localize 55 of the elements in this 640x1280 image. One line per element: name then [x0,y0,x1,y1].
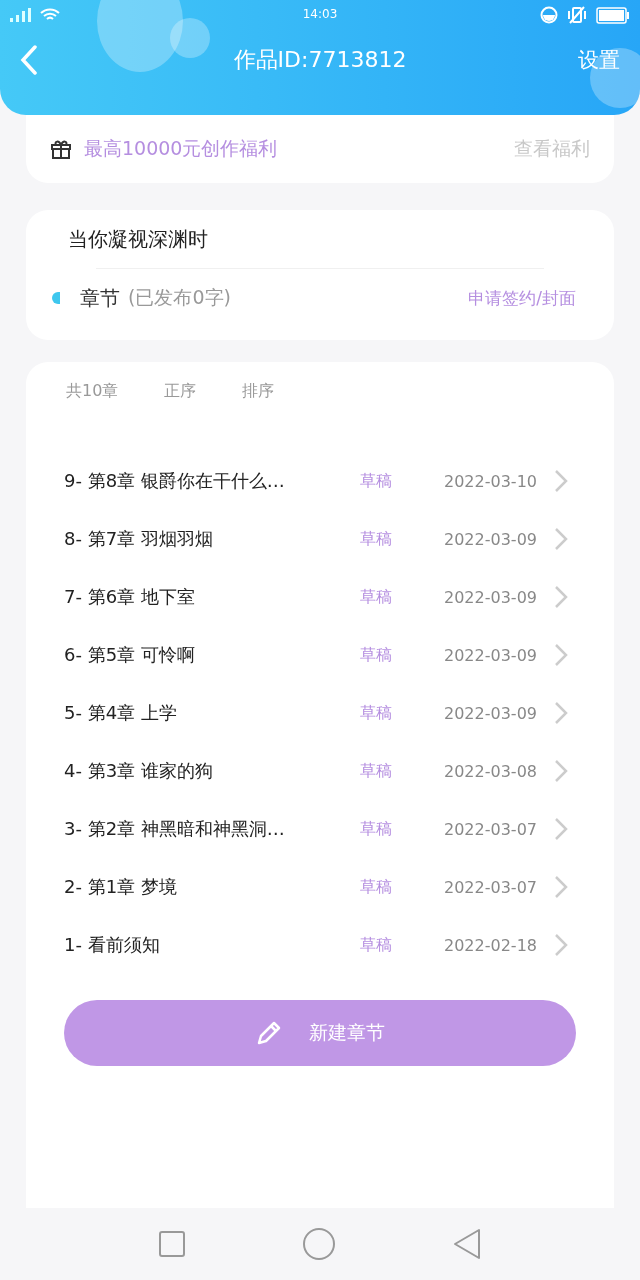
pencil-icon [255,1019,283,1047]
chapter-title[interactable]: 6- 第5章 可怜啊 [64,643,360,667]
data-saver-icon [540,6,558,24]
chapter-status: 草稿 [360,760,393,782]
chapter-status: 草稿 [360,528,393,550]
chapter-date: 2022-03-09 [444,703,538,723]
chapter-title[interactable]: 2- 第1章 梦境 [64,875,360,899]
chapter-status: 草稿 [360,876,393,898]
chapter-title[interactable]: 7- 第6章 地下室 [64,585,360,609]
chapter-date: 2022-03-08 [444,761,538,781]
chevron-right-icon[interactable] [554,585,568,609]
back-icon[interactable] [452,1228,482,1260]
chevron-right-icon[interactable] [554,701,568,725]
chapter-title[interactable]: 5- 第4章 上学 [64,701,360,725]
wifi-icon [40,7,60,23]
chapter-date: 2022-03-10 [444,471,538,491]
chapter-date: 2022-03-09 [444,645,538,665]
section-marker-icon [52,292,60,304]
chapter-title[interactable]: 4- 第3章 谁家的狗 [64,759,360,783]
chevron-right-icon[interactable] [554,527,568,551]
chapter-count: 共10章 [66,380,119,402]
chapter-date: 2022-03-07 [444,819,538,839]
home-icon[interactable] [302,1227,336,1261]
clock: 14:03 [301,7,339,21]
chevron-right-icon[interactable] [554,817,568,841]
chapter-title[interactable]: 1- 看前须知 [64,933,360,957]
chapter-status: 草稿 [360,644,393,666]
chapter-title[interactable]: 8- 第7章 羽烟羽烟 [64,527,360,551]
benefit-text: 最高10000元创作福利 [84,136,278,161]
chevron-right-icon[interactable] [554,643,568,667]
battery-icon [596,6,630,24]
chapter-status: 草稿 [360,470,393,492]
chapter-status: 草稿 [360,586,393,608]
chevron-right-icon[interactable] [554,875,568,899]
chapter-date: 2022-03-09 [444,529,538,549]
chapter-status: 草稿 [360,818,393,840]
chapter-status: 草稿 [360,934,393,956]
chevron-right-icon[interactable] [554,759,568,783]
mute-icon [566,6,588,24]
chapter-title[interactable]: 3- 第2章 神黑暗和神黑洞… [64,817,360,841]
page-title: 作品ID:7713812 [233,47,407,72]
chapter-title[interactable]: 9- 第8章 银爵你在干什么… [64,469,360,493]
chapter-date: 2022-03-07 [444,877,538,897]
signal-icon [10,8,32,22]
section-label: 章节 [80,284,120,312]
chapter-date: 2022-03-09 [444,587,538,607]
chevron-right-icon[interactable] [554,933,568,957]
work-title: 当你凝视深渊时 [68,227,208,251]
gift-icon [50,138,72,160]
back-button[interactable] [20,45,38,75]
chapter-date: 2022-02-18 [444,935,538,955]
chevron-right-icon[interactable] [554,469,568,493]
published-count: (已发布0字) [128,285,231,310]
recents-icon[interactable] [158,1230,186,1258]
chapter-status: 草稿 [360,702,393,724]
